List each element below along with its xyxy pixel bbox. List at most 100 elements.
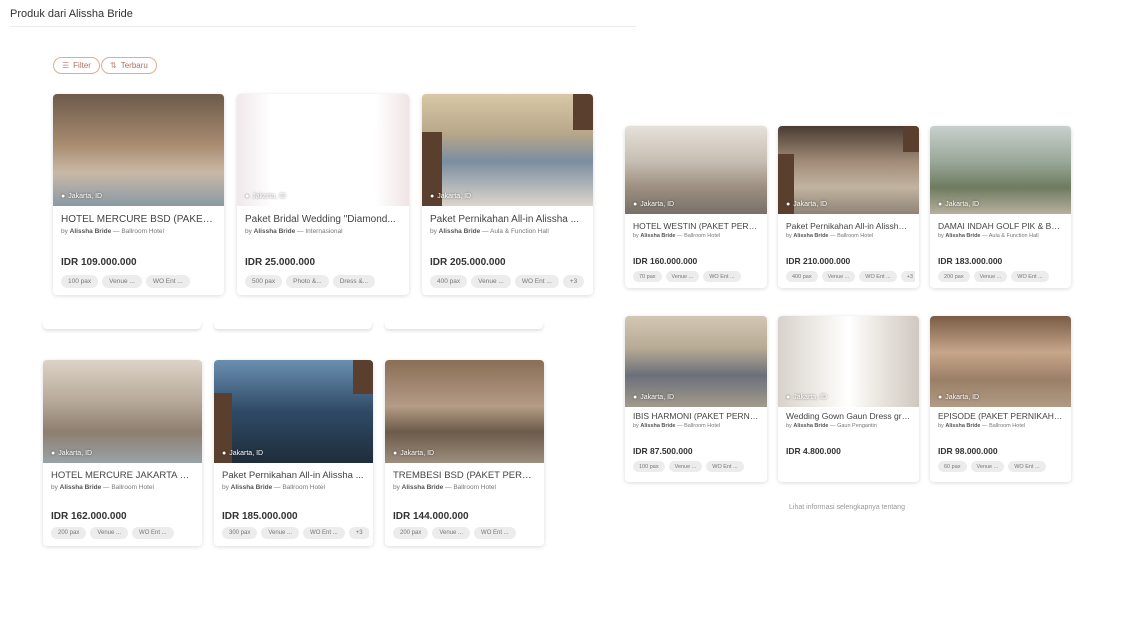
product-name[interactable]: HOTEL WESTIN (PAKET PERNI... [633,221,759,231]
product-image: ● Jakarta, ID [625,126,767,214]
product-price: IDR 185.000.000 [222,511,298,522]
product-card[interactable]: ● Jakarta, ID HOTEL MERCURE JAKARTA BA...… [43,360,202,546]
filter-label: Filter [73,61,91,70]
location-pin-icon: ● [222,450,227,457]
product-vendor-line: by Alissha Bride — Gaun Pengantin [786,423,877,429]
card-shadow [43,321,201,329]
product-card[interactable]: ● Jakarta, ID HOTEL MERCURE BSD (PAKET ..… [53,94,224,295]
tag: Venue ... [102,275,142,288]
product-image: ● Jakarta, ID [53,94,224,206]
tag: WO Ent ... [1008,461,1046,472]
product-vendor-line: by Alissha Bride — Internasional [245,228,343,235]
tag: Venue ... [665,271,700,282]
product-tags: 400 pax Venue ... WO Ent ... +3 [786,271,915,282]
product-card[interactable]: ● Jakarta, ID Wedding Gown Gaun Dress gra… [778,316,919,482]
product-vendor-line: by Alissha Bride — Ballroom Hotel [786,233,874,239]
product-name[interactable]: Paket Pernikahan All-in Alissha ... [222,470,365,481]
tag: Venue ... [970,461,1005,472]
location-label: ● Jakarta, ID [430,193,472,200]
product-name[interactable]: Paket Bridal Wedding "Diamond... [245,214,401,225]
tag: +3 [562,275,585,288]
location-label: ● Jakarta, ID [61,193,103,200]
product-tags: 100 pax Venue ... WO Ent ... [633,461,763,472]
product-card[interactable]: ● Jakarta, ID DAMAI INDAH GOLF PIK & BSD.… [930,126,1071,288]
product-card[interactable]: ● Jakarta, ID Paket Bridal Wedding "Diamo… [237,94,409,295]
more-info-link[interactable]: Lihat informasi selengkapnya tentang [789,504,905,511]
product-card[interactable]: ● Jakarta, ID IBIS HARMONI (PAKET PERNIK.… [625,316,767,482]
location-label: ● Jakarta, ID [938,201,980,208]
image-accent [353,360,373,394]
tag: 100 pax [633,461,665,472]
product-image: ● Jakarta, ID [422,94,593,206]
tag: 400 pax [786,271,818,282]
product-price: IDR 87.500.000 [633,446,693,456]
product-name[interactable]: Wedding Gown Gaun Dress gra... [786,411,911,421]
product-image: ● Jakarta, ID [237,94,409,206]
product-name[interactable]: HOTEL MERCURE BSD (PAKET ... [61,214,216,225]
location-label: ● Jakarta, ID [51,450,93,457]
tag: WO Ent ... [1011,271,1049,282]
tag: Venue ... [973,271,1008,282]
sort-button[interactable]: ⇅ Terbaru [101,57,157,74]
product-price: IDR 4.800.000 [786,446,841,456]
product-card[interactable]: ● Jakarta, ID EPISODE (PAKET PERNIKAHAN .… [930,316,1071,482]
product-name[interactable]: DAMAI INDAH GOLF PIK & BSD... [938,221,1063,231]
product-name[interactable]: TREMBESI BSD (PAKET PERNI... [393,470,536,481]
filter-button[interactable]: ☰ Filter [53,57,100,74]
product-card[interactable]: ● Jakarta, ID Paket Pernikahan All-in Ali… [778,126,919,288]
location-label: ● Jakarta, ID [786,394,828,401]
product-vendor-line: by Alissha Bride — Ballroom Hotel [51,484,154,491]
product-name[interactable]: Paket Pernikahan All-in Alissha ... [786,221,911,231]
product-tags: 200 pax Venue ... WO Ent ... [51,527,198,539]
tag: WO Ent ... [474,527,516,539]
location-pin-icon: ● [61,193,66,200]
image-accent [903,126,919,152]
product-image: ● Jakarta, ID [778,316,919,407]
location-label: ● Jakarta, ID [245,193,287,200]
tag: WO Ent ... [303,527,345,539]
product-name[interactable]: HOTEL MERCURE JAKARTA BA... [51,470,194,481]
tag: WO Ent ... [514,275,559,288]
location-label: ● Jakarta, ID [786,201,828,208]
tag: +3 [900,271,915,282]
sliders-icon: ☰ [62,61,70,70]
product-card[interactable]: ● Jakarta, ID Paket Pernikahan All-in Ali… [422,94,593,295]
product-card[interactable]: ● Jakarta, ID HOTEL WESTIN (PAKET PERNI..… [625,126,767,288]
card-shadow [214,321,372,329]
product-vendor-line: by Alissha Bride — Ballroom Hotel [633,233,721,239]
product-price: IDR 183.000.000 [938,256,1003,266]
product-tags: 70 pax Venue ... WO Ent ... [633,271,763,282]
location-pin-icon: ● [245,193,250,200]
product-card[interactable]: ● Jakarta, ID TREMBESI BSD (PAKET PERNI..… [385,360,544,546]
tag: 500 pax [245,275,283,288]
location-pin-icon: ● [633,394,638,401]
tag: 200 pax [51,527,87,539]
tag: Venue ... [471,275,511,288]
tag: +3 [348,527,369,539]
product-name[interactable]: IBIS HARMONI (PAKET PERNIK... [633,411,759,421]
location-label: ● Jakarta, ID [938,394,980,401]
tag: 400 pax [430,275,468,288]
product-price: IDR 25.000.000 [245,257,316,268]
product-tags: 100 pax Venue ... WO Ent ... [61,275,220,288]
tag: WO Ent ... [703,271,741,282]
product-tags: 300 pax Venue ... WO Ent ... +3 [222,527,369,539]
product-price: IDR 162.000.000 [51,511,127,522]
product-price: IDR 160.000.000 [633,256,698,266]
sort-icon: ⇅ [110,61,117,70]
product-tags: 500 pax Photo &... Dress &... [245,275,405,288]
location-pin-icon: ● [938,394,943,401]
product-name[interactable]: Paket Pernikahan All-in Alissha ... [430,214,585,225]
location-pin-icon: ● [633,201,638,208]
tag: Dress &... [332,275,376,288]
page-root: Produk dari Alissha Bride ☰ Filter ⇅ Ter… [0,0,1138,640]
product-image: ● Jakarta, ID [214,360,373,463]
product-name[interactable]: EPISODE (PAKET PERNIKAHAN ... [938,411,1063,421]
location-pin-icon: ● [786,394,791,401]
product-vendor-line: by Alissha Bride — Ballroom Hotel [61,228,164,235]
product-image: ● Jakarta, ID [930,316,1071,407]
product-card[interactable]: ● Jakarta, ID Paket Pernikahan All-in Ali… [214,360,373,546]
product-price: IDR 144.000.000 [393,511,469,522]
tag: 200 pax [393,527,429,539]
tag: Venue ... [90,527,129,539]
